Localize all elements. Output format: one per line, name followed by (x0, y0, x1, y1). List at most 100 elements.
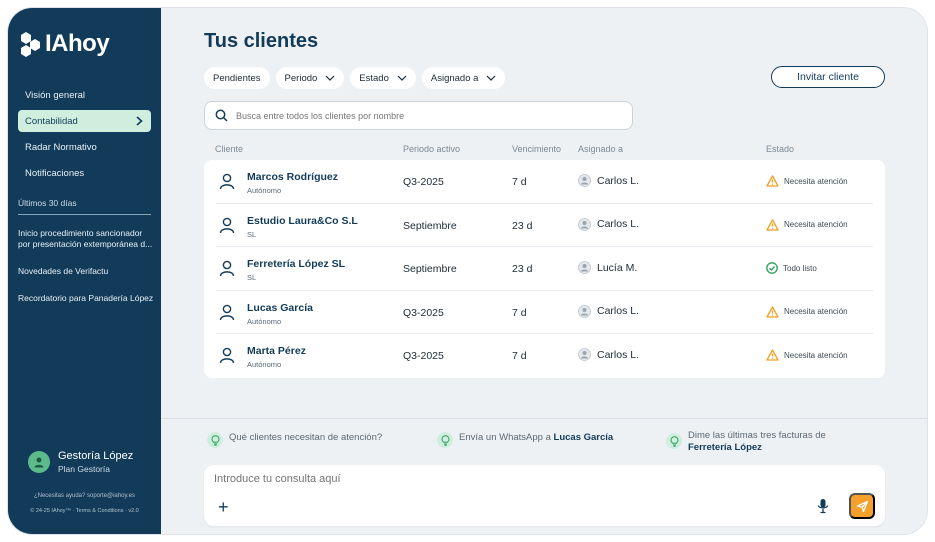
assignee: Carlos L. (578, 304, 639, 318)
sidebar-item-contabilidad[interactable]: Contabilidad (18, 110, 151, 132)
lightbulb-icon (207, 432, 223, 448)
column-header-client: Cliente (215, 144, 244, 154)
table-row[interactable]: Marcos Rodríguez Autónomo Q3-2025 7 d Ca… (204, 160, 885, 204)
client-name: Lucas García (247, 301, 313, 314)
status-badge: Necesita atención (766, 306, 848, 318)
table-header: Cliente Periodo activo Vencimiento Asign… (161, 144, 927, 156)
chevron-right-icon (136, 116, 143, 126)
active-period: Septiembre (403, 219, 457, 232)
sidebar-item-vision-general[interactable]: Visión general (18, 84, 151, 106)
assignee: Carlos L. (578, 174, 639, 187)
assignee: Carlos L. (578, 217, 640, 231)
sidebar-item-notificaciones[interactable]: Notificaciones (18, 162, 151, 184)
avatar (28, 451, 50, 473)
filter-bar: Pendientes Periodo Estado Asignado a (204, 67, 506, 89)
filter-pendientes[interactable]: Pendientes (204, 67, 270, 89)
column-header-due: Vencimiento (512, 144, 562, 154)
sidebar-item-label: Notificaciones (25, 167, 85, 179)
chat-composer: + (204, 465, 885, 526)
hexagon-logo-icon (20, 30, 42, 58)
warning-icon (766, 218, 779, 231)
chevron-down-icon (486, 75, 496, 81)
invite-client-button[interactable]: Invitar cliente (771, 66, 885, 88)
chevron-down-icon (397, 75, 407, 81)
section-divider (161, 418, 927, 419)
client-type: Autónomo (247, 186, 282, 195)
status-badge: Necesita atención (766, 175, 848, 187)
person-icon (219, 260, 235, 277)
sidebar-item-radar-normativo[interactable]: Radar Normativo (18, 136, 151, 158)
warning-icon (766, 306, 779, 318)
lightbulb-icon (437, 432, 453, 448)
status-badge: Todo listo (766, 262, 817, 275)
table-row[interactable]: Lucas García Autónomo Q3-2025 7 d Carlos… (204, 291, 885, 335)
suggestion-1[interactable]: Qué clientes necesitan de atención? (207, 432, 382, 448)
user-avatar-icon (578, 348, 591, 362)
client-name: Estudio Laura&Co S.L (247, 214, 358, 227)
send-button[interactable] (849, 493, 875, 519)
logo[interactable]: IAhoy (20, 30, 110, 58)
filter-asignado[interactable]: Asignado a (421, 67, 506, 89)
status-label: Necesita atención (784, 350, 848, 360)
client-type: Autónomo (247, 316, 282, 326)
suggestion-highlight: Lucas García (553, 432, 614, 443)
suggestion-highlight: Ferretería López (688, 442, 762, 453)
page-title: Tus clientes (204, 30, 319, 52)
client-type: SL (247, 229, 257, 239)
assignee: Lucía M. (578, 261, 638, 275)
clients-table: Marcos Rodríguez Autónomo Q3-2025 7 d Ca… (204, 160, 885, 378)
query-input[interactable] (214, 473, 714, 485)
profile[interactable]: Gestoría López Plan Gestoría (28, 450, 133, 474)
filter-periodo[interactable]: Periodo (275, 67, 345, 89)
microphone-icon[interactable] (817, 498, 829, 514)
person-icon (219, 348, 235, 364)
search-bar (204, 101, 633, 130)
person-icon (219, 173, 235, 190)
legal-text[interactable]: © 24-25 IAhoy™ · Terms & Conditions · v2… (8, 508, 161, 514)
profile-plan: Plan Gestoría (58, 464, 110, 474)
brand-name: IAhoy (45, 30, 110, 57)
column-header-assigned: Asignado a (578, 144, 624, 154)
warning-icon (766, 175, 779, 187)
due-in: 7 d (512, 350, 527, 363)
suggestion-3[interactable]: Dime las últimas tres facturas de Ferrete… (666, 430, 826, 454)
app-window: IAhoy Visión general Contabilidad Radar … (8, 8, 927, 534)
check-circle-icon (766, 262, 778, 275)
recent-list: Inicio procedimiento sancionador por pre… (18, 228, 154, 320)
suggestion-text: Qué clientes necesitan de atención? (229, 432, 383, 443)
assignee-name: Lucía M. (597, 261, 638, 274)
warning-icon (766, 349, 779, 362)
user-avatar-icon (578, 174, 591, 187)
active-period: Q3-2025 (403, 176, 444, 188)
plus-icon[interactable]: + (218, 498, 229, 516)
assignee-name: Carlos L. (597, 218, 640, 231)
help-text[interactable]: ¿Necesitas ayuda? soporte@iahoy.es (8, 493, 161, 499)
user-avatar-icon (578, 304, 591, 318)
profile-name: Gestoría López (58, 450, 134, 462)
column-header-period: Periodo activo (403, 144, 461, 154)
recent-item[interactable]: Inicio procedimiento sancionador por pre… (18, 228, 154, 250)
user-icon (34, 457, 44, 468)
table-row[interactable]: Ferretería López SL SL Septiembre 23 d L… (204, 247, 885, 291)
suggestion-2[interactable]: Envía un WhatsApp a Lucas García (437, 432, 613, 448)
sidebar: IAhoy Visión general Contabilidad Radar … (8, 8, 161, 534)
active-period: Q3-2025 (403, 350, 444, 363)
client-name: Ferretería López SL (247, 258, 346, 271)
due-in: 23 d (512, 219, 533, 232)
filter-estado[interactable]: Estado (350, 67, 416, 89)
sidebar-item-label: Radar Normativo (25, 141, 97, 153)
table-row[interactable]: Estudio Laura&Co S.L SL Septiembre 23 d … (204, 204, 885, 248)
filter-label: Periodo (284, 72, 318, 84)
client-type: Autónomo (247, 360, 282, 370)
lightbulb-icon (666, 433, 682, 449)
client-type: SL (247, 273, 257, 283)
column-header-status: Estado (766, 144, 795, 154)
recent-item[interactable]: Recordatorio para Panadería López (18, 293, 154, 304)
search-input[interactable] (236, 110, 616, 121)
table-row[interactable]: Marta Pérez Autónomo Q3-2025 7 d Carlos … (204, 334, 885, 378)
status-label: Necesita atención (784, 176, 848, 186)
client-name: Marcos Rodríguez (247, 171, 339, 183)
recent-item[interactable]: Novedades de Verifactu (18, 266, 154, 277)
suggestion-prefix: Dime las últimas tres facturas de (688, 430, 826, 441)
status-badge: Necesita atención (766, 349, 848, 362)
